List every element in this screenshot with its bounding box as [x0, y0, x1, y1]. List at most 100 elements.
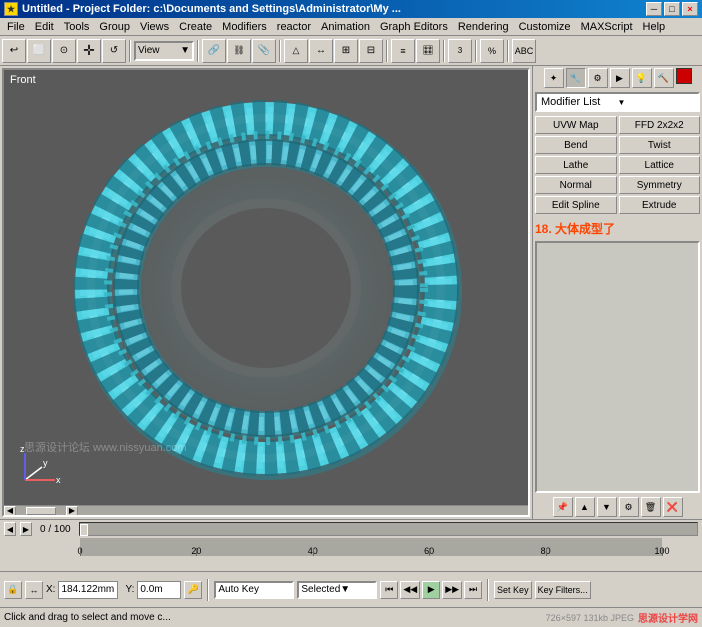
menu-edit[interactable]: Edit	[30, 20, 59, 34]
modify-tab active[interactable]: 🔧	[566, 68, 586, 88]
align-button[interactable]: ⊟	[359, 39, 383, 63]
color-swatch[interactable]	[676, 68, 692, 84]
menu-help[interactable]: Help	[638, 20, 671, 34]
key-icon-btn[interactable]: 🔑	[184, 581, 202, 599]
close-button[interactable]: ×	[682, 2, 698, 16]
menu-create[interactable]: Create	[174, 20, 217, 34]
link-button[interactable]: 🔗	[202, 39, 226, 63]
config-btn[interactable]: ⚙	[619, 497, 639, 517]
select-button[interactable]: ⬜	[27, 39, 51, 63]
timeline-next-btn[interactable]: ▶	[20, 522, 32, 536]
display-tab[interactable]: 💡	[632, 68, 652, 88]
menu-group[interactable]: Group	[94, 20, 135, 34]
menu-tools[interactable]: Tools	[59, 20, 95, 34]
lathe-btn[interactable]: Lathe	[535, 156, 617, 174]
pin-btn[interactable]: 📌	[553, 497, 573, 517]
track-button[interactable]: 🎛	[416, 39, 440, 63]
panel-tabs: ✦ 🔧 ⚙ ▶ 💡 🔨	[535, 68, 700, 88]
play-btn[interactable]: ▶	[422, 581, 440, 599]
modifier-list-dropdown[interactable]: Modifier List ▼	[535, 92, 700, 112]
viewport-scrollbar[interactable]: ◀ ▶	[4, 505, 528, 515]
select-move-button[interactable]: ✛	[77, 39, 101, 63]
autokey-dropdown[interactable]: Auto Key	[214, 581, 294, 599]
prev-frame-btn[interactable]: ◀◀	[400, 581, 420, 599]
percent-btn[interactable]: %	[480, 39, 504, 63]
y-field[interactable]: 0.0m	[137, 581, 181, 599]
down-btn[interactable]: ▼	[597, 497, 617, 517]
delete-btn[interactable]: 🗑	[641, 497, 661, 517]
scroll-right-btn[interactable]: ▶	[66, 506, 78, 516]
ruler-tick-60	[429, 548, 430, 556]
lock-btn[interactable]: 🔒	[4, 581, 22, 599]
scroll-left-btn[interactable]: ◀	[4, 506, 16, 516]
separator-6	[475, 40, 477, 62]
up-btn[interactable]: ▲	[575, 497, 595, 517]
symmetry-btn[interactable]: Symmetry	[619, 176, 701, 194]
layers-button[interactable]: ≡	[391, 39, 415, 63]
uvwmap-btn[interactable]: UVW Map	[535, 116, 617, 134]
ruler-tick-80	[546, 548, 547, 556]
menu-maxscript[interactable]: MAXScript	[576, 20, 638, 34]
selected-dropdown[interactable]: Selected ▼	[297, 581, 377, 599]
twist-btn[interactable]: Twist	[619, 136, 701, 154]
select-circle-button[interactable]: ⊙	[52, 39, 76, 63]
hierarchy-tab[interactable]: ⚙	[588, 68, 608, 88]
minimize-button[interactable]: ─	[646, 2, 662, 16]
ruler-tick-40	[313, 548, 314, 556]
menu-rendering[interactable]: Rendering	[453, 20, 514, 34]
timeline-track[interactable]	[79, 522, 698, 536]
skip-end-btn[interactable]: ⏭	[464, 581, 482, 599]
main-toolbar: ↩ ⬜ ⊙ ✛ ↺ View ▼ 🔗 ⛓ 📎 △ ↔ ⊞ ⊟ ≡ 🎛 3 % A…	[0, 36, 702, 66]
skip-start-btn[interactable]: ⏮	[380, 581, 398, 599]
motion-tab[interactable]: ▶	[610, 68, 630, 88]
ffd2x2x2-btn[interactable]: FFD 2x2x2	[619, 116, 701, 134]
menu-reactor[interactable]: reactor	[272, 20, 316, 34]
menu-file[interactable]: File	[2, 20, 30, 34]
menu-customize[interactable]: Customize	[514, 20, 576, 34]
type-btn[interactable]: 3	[448, 39, 472, 63]
bend-btn[interactable]: Bend	[535, 136, 617, 154]
menu-views[interactable]: Views	[135, 20, 174, 34]
ruler-tick-20	[196, 548, 197, 556]
menu-animation[interactable]: Animation	[316, 20, 375, 34]
keyfilters-btn[interactable]: Key Filters...	[535, 581, 591, 599]
polygon-button[interactable]: △	[284, 39, 308, 63]
svg-text:x: x	[56, 475, 61, 485]
lattice-btn[interactable]: Lattice	[619, 156, 701, 174]
rotate-button[interactable]: ↺	[102, 39, 126, 63]
extrude-btn[interactable]: Extrude	[619, 196, 701, 214]
unlink-button[interactable]: ⛓	[227, 39, 251, 63]
next-frame-btn[interactable]: ▶▶	[442, 581, 462, 599]
utilities-tab[interactable]: 🔨	[654, 68, 674, 88]
menu-graph-editors[interactable]: Graph Editors	[375, 20, 453, 34]
app-icon: ★	[4, 2, 18, 16]
setkey-btn[interactable]: Set Key	[494, 581, 532, 599]
mirror-button[interactable]: ↔	[309, 39, 333, 63]
create-tab[interactable]: ✦	[544, 68, 564, 88]
x-move-btn[interactable]: ↔	[25, 581, 43, 599]
stack-controls: 📌 ▲ ▼ ⚙ 🗑 ❌	[535, 497, 700, 517]
title-bar: ★ Untitled - Project Folder: c:\Document…	[0, 0, 702, 18]
array-button[interactable]: ⊞	[334, 39, 358, 63]
normal-btn[interactable]: Normal	[535, 176, 617, 194]
dropdown-arrow-icon: ▼	[618, 98, 695, 107]
separator-4	[386, 40, 388, 62]
viewport[interactable]: Front	[2, 68, 530, 517]
x-field[interactable]: 184.122mm	[58, 581, 118, 599]
modifier-stack[interactable]	[535, 241, 700, 493]
trash-btn[interactable]: ❌	[663, 497, 683, 517]
view-dropdown[interactable]: View ▼	[134, 41, 194, 61]
editspline-btn[interactable]: Edit Spline	[535, 196, 617, 214]
bind-button[interactable]: 📎	[252, 39, 276, 63]
maximize-button[interactable]: □	[664, 2, 680, 16]
timeline-prev-btn[interactable]: ◀	[4, 522, 16, 536]
render-btn[interactable]: ABC	[512, 39, 536, 63]
sep-bottom	[207, 579, 209, 601]
undo-button[interactable]: ↩	[2, 39, 26, 63]
title-text: Untitled - Project Folder: c:\Documents …	[22, 3, 646, 15]
timeline-playhead[interactable]	[80, 524, 88, 536]
sep-bottom-2	[487, 579, 489, 601]
menu-modifiers[interactable]: Modifiers	[217, 20, 272, 34]
main-area: Front	[0, 66, 702, 519]
scrollbar-thumb[interactable]	[26, 507, 56, 515]
